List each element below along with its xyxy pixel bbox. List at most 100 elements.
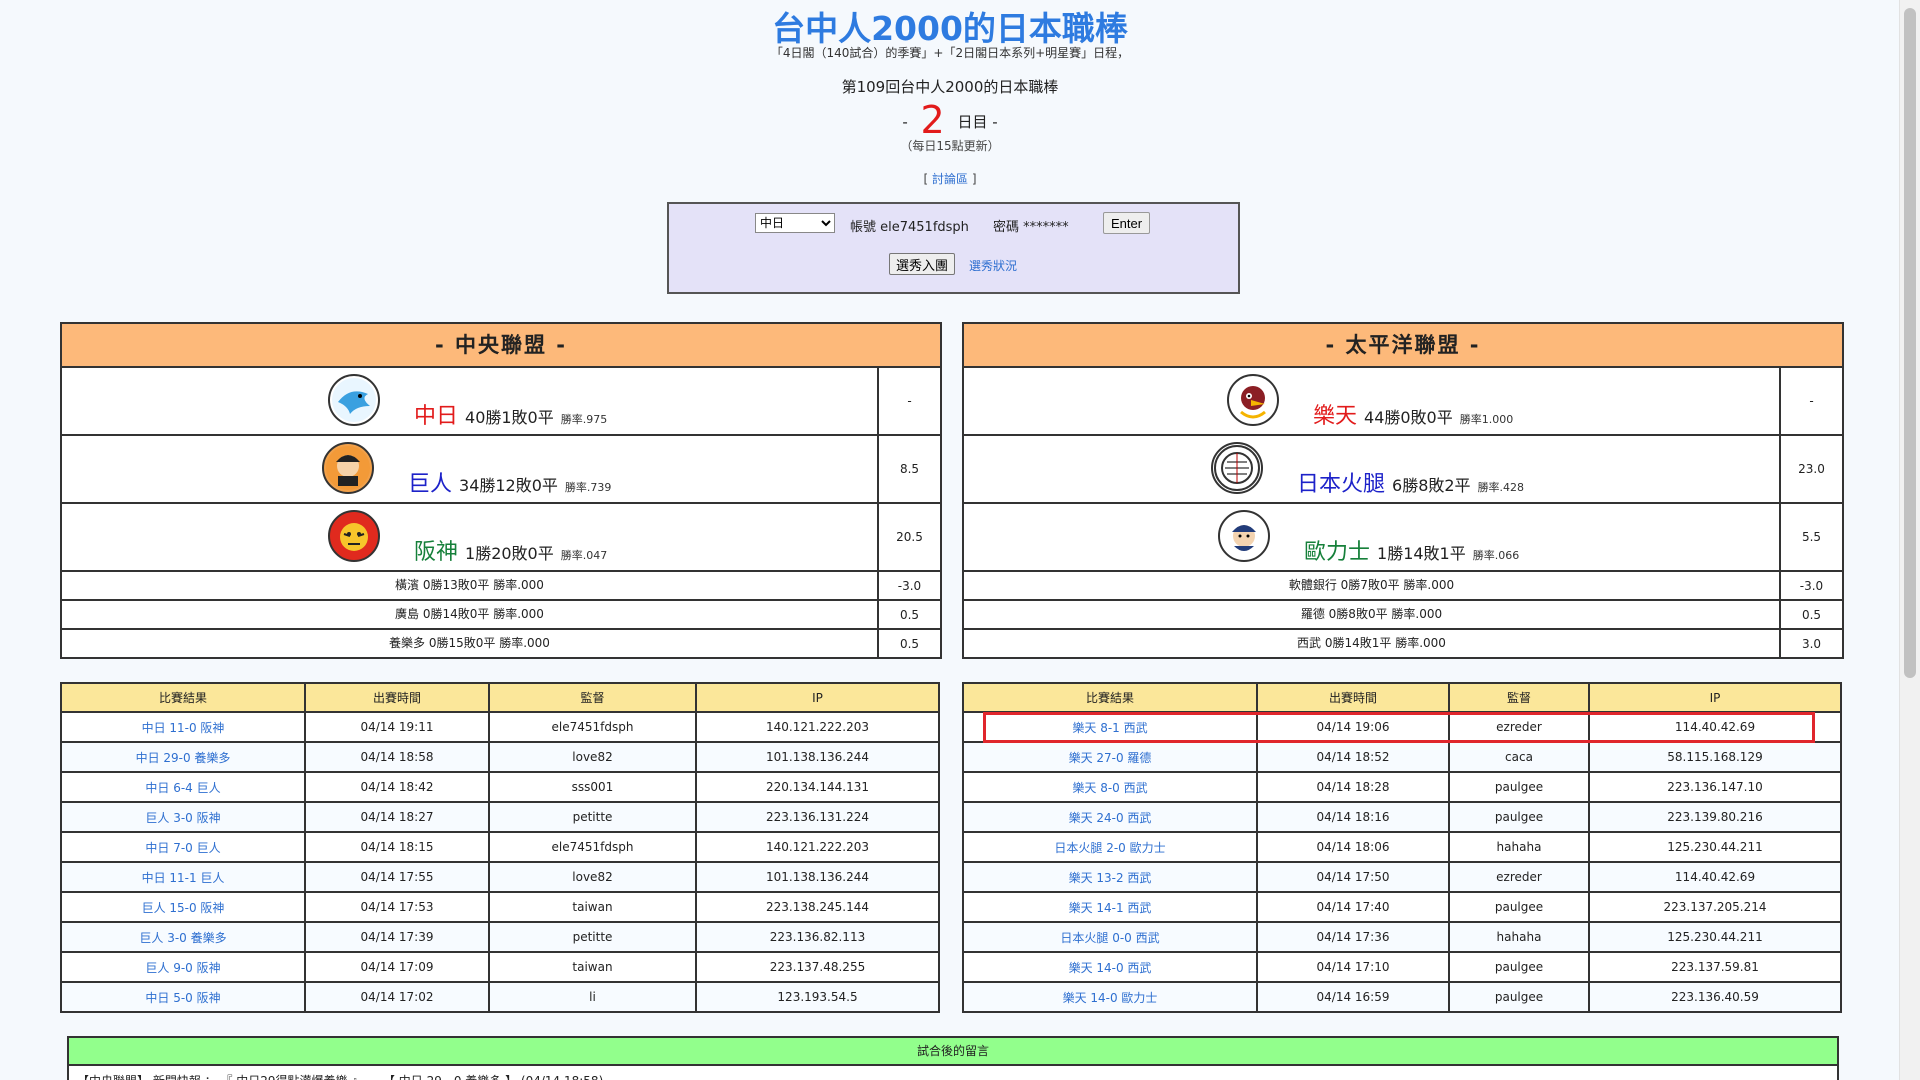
manager-name: ezreder	[1448, 861, 1590, 893]
games-behind: 0.5	[1801, 607, 1822, 622]
result-link[interactable]: 中日 29-0 養樂多	[60, 741, 306, 773]
ip-address: 123.193.54.5	[695, 981, 940, 1013]
manager-name: love82	[488, 741, 697, 773]
games-behind: 23.0	[1798, 462, 1825, 476]
games-behind: 8.5	[899, 462, 920, 476]
central-results-table: 比賽結果 出賽時間 監督 IP 中日 11-0 阪神 04/14 19:11 ele…	[60, 682, 940, 1013]
manager-name: paulgee	[1448, 951, 1590, 983]
ip-address: 125.230.44.211	[1588, 831, 1842, 863]
result-row: 樂天 8-0 西武 04/14 18:28 paulgee 223.136.147.1…	[962, 771, 1842, 803]
standing-row-4: 軟體銀行 0勝7敗0平 勝率.000 -3.0	[964, 572, 1842, 601]
result-link[interactable]: 樂天 14-0 歐力士	[962, 981, 1258, 1013]
standing-row-3: 阪神 1勝20敗0平 勝率.047 20.5	[62, 504, 940, 572]
team-name: 日本火腿	[1297, 472, 1386, 497]
team-name: 歐力士	[1304, 540, 1371, 565]
draft-join-button[interactable]: 選秀入團	[889, 253, 956, 275]
manager-name: sss001	[488, 771, 697, 803]
result-row: 中日 11-1 巨人 04/14 17:55 love82 101.138.136.2…	[60, 861, 940, 893]
result-link[interactable]: 中日 5-0 阪神	[60, 981, 306, 1013]
games-behind: -	[1809, 394, 1814, 408]
result-link[interactable]: 樂天 14-1 西武	[962, 891, 1258, 923]
result-row: 樂天 14-0 歐力士 04/14 16:59 paulgee 223.136.40.…	[962, 981, 1842, 1013]
result-row: 中日 29-0 養樂多 04/14 18:58 love82 101.138.136.…	[60, 741, 940, 773]
result-row: 樂天 14-1 西武 04/14 17:40 paulgee 223.137.205.…	[962, 891, 1842, 923]
team-select[interactable]: 中日	[755, 213, 835, 233]
result-link[interactable]: 中日 11-1 巨人	[60, 861, 306, 893]
col-header-result: 比賽結果	[60, 682, 306, 713]
game-time: 04/14 18:42	[304, 771, 490, 803]
ip-address: 223.136.82.113	[695, 921, 940, 953]
highlighted-row-outline	[983, 712, 1815, 743]
standing-row-3: 歐力士 1勝14敗1平 勝率.066 5.5	[964, 504, 1842, 572]
scrollbar-thumb[interactable]	[1904, 8, 1916, 678]
games-behind: 5.5	[1801, 530, 1822, 544]
result-link[interactable]: 樂天 14-0 西武	[962, 951, 1258, 983]
page: 台中人2000的日本職棒 「4日閣（140試合）的季賽」+「2日閣日本系列+明星…	[0, 0, 1900, 1080]
result-link[interactable]: 中日 6-4 巨人	[60, 771, 306, 803]
result-link[interactable]: 樂天 8-0 西武	[962, 771, 1258, 803]
enter-button[interactable]: Enter	[1103, 212, 1150, 234]
team-record: 44勝0敗0平	[1364, 408, 1453, 427]
team-summary: 軟體銀行 0勝7敗0平 勝率.000	[964, 572, 1781, 599]
result-link[interactable]: 樂天 27-0 羅德	[962, 741, 1258, 773]
ip-address: 58.115.168.129	[1588, 741, 1842, 773]
col-header-time: 出賽時間	[304, 682, 490, 713]
result-link[interactable]: 樂天 24-0 西武	[962, 801, 1258, 833]
ip-address: 125.230.44.211	[1588, 921, 1842, 953]
vertical-scrollbar[interactable]	[1899, 0, 1920, 1080]
ip-address: 101.138.136.244	[695, 741, 940, 773]
result-row: 中日 6-4 巨人 04/14 18:42 sss001 220.134.144.13…	[60, 771, 940, 803]
result-link[interactable]: 樂天 13-2 西武	[962, 861, 1258, 893]
game-time: 04/14 17:39	[304, 921, 490, 953]
col-header-result: 比賽結果	[962, 682, 1258, 713]
game-time: 04/14 18:58	[304, 741, 490, 773]
ip-address: 140.121.222.203	[695, 831, 940, 863]
result-link[interactable]: 巨人 3-0 阪神	[60, 801, 306, 833]
game-time: 04/14 17:10	[1256, 951, 1450, 983]
result-row: 巨人 3-0 阪神 04/14 18:27 petitte 223.136.131.2…	[60, 801, 940, 833]
result-link[interactable]: 巨人 3-0 養樂多	[60, 921, 306, 953]
game-time: 04/14 18:06	[1256, 831, 1450, 863]
ip-address: 223.136.147.10	[1588, 771, 1842, 803]
game-time: 04/14 17:36	[1256, 921, 1450, 953]
team-record: 1勝14敗1平	[1377, 544, 1466, 563]
result-row: 樂天 24-0 西武 04/14 18:16 paulgee 223.139.80.2…	[962, 801, 1842, 833]
game-time: 04/14 18:27	[304, 801, 490, 833]
team-pct: 勝率.739	[564, 481, 612, 494]
manager-name: ele7451fdsph	[488, 831, 697, 863]
draft-status-link[interactable]: 選秀狀況	[969, 257, 1017, 274]
result-row: 中日 7-0 巨人 04/14 18:15 ele7451fdsph 140.121.…	[60, 831, 940, 863]
game-time: 04/14 17:50	[1256, 861, 1450, 893]
games-behind: 0.5	[899, 607, 920, 622]
game-time: 04/14 17:09	[304, 951, 490, 983]
game-time: 04/14 17:55	[304, 861, 490, 893]
ip-address: 223.138.245.144	[695, 891, 940, 923]
forum-link[interactable]: 討論區	[932, 172, 968, 186]
team-summary: 廣島 0勝14敗0平 勝率.000	[62, 601, 879, 628]
result-link[interactable]: 日本火腿 2-0 歐力士	[962, 831, 1258, 863]
result-link[interactable]: 日本火腿 0-0 西武	[962, 921, 1258, 953]
standing-row-5: 廣島 0勝14敗0平 勝率.000 0.5	[62, 601, 940, 630]
result-row: 樂天 13-2 西武 04/14 17:50 ezreder 114.40.42.69	[962, 861, 1842, 893]
team-pct: 勝率.428	[1477, 481, 1525, 494]
result-link[interactable]: 中日 11-0 阪神	[60, 711, 306, 743]
manager-name: hahaha	[1448, 831, 1590, 863]
pacific-league-title: - 太平洋聯盟 -	[964, 324, 1842, 368]
team-pct: 勝率1.000	[1459, 413, 1514, 426]
manager-name: paulgee	[1448, 891, 1590, 923]
result-row: 中日 11-0 阪神 04/14 19:11 ele7451fdsph 140.121…	[60, 711, 940, 743]
result-link[interactable]: 巨人 9-0 阪神	[60, 951, 306, 983]
result-row: 樂天 14-0 西武 04/14 17:10 paulgee 223.137.59.8…	[962, 951, 1842, 983]
ip-address: 223.137.59.81	[1588, 951, 1842, 983]
central-league-standings: - 中央聯盟 - 中日 40勝1敗0平 勝率.975 - 巨人 34勝12敗0平…	[60, 322, 942, 659]
ip-address: 101.138.136.244	[695, 861, 940, 893]
result-link[interactable]: 中日 7-0 巨人	[60, 831, 306, 863]
manager-name: caca	[1448, 741, 1590, 773]
manager-name: taiwan	[488, 951, 697, 983]
fighters-logo	[1211, 442, 1263, 494]
result-link[interactable]: 巨人 15-0 阪神	[60, 891, 306, 923]
result-row: 樂天 27-0 羅德 04/14 18:52 caca 58.115.168.129	[962, 741, 1842, 773]
result-row: 中日 5-0 阪神 04/14 17:02 li 123.193.54.5	[60, 981, 940, 1013]
team-pct: 勝率.047	[560, 549, 608, 562]
manager-name: taiwan	[488, 891, 697, 923]
